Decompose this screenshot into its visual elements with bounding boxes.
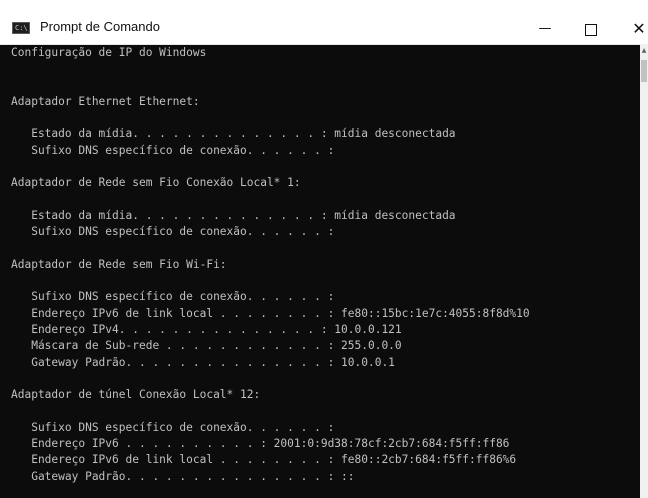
scroll-up-icon[interactable]: ▲ <box>640 44 648 58</box>
console-line: Adaptador de túnel Conexão Local* 12: <box>11 388 261 402</box>
console-line: Endereço IPv6 de link local . . . . . . … <box>11 306 530 320</box>
console-line: Adaptador Ethernet Ethernet: <box>11 94 200 108</box>
console-line: Sufixo DNS específico de conexão. . . . … <box>11 420 335 434</box>
console-line: Configuração de IP do Windows <box>11 46 207 59</box>
console-output[interactable]: Configuração de IP do Windows Adaptador … <box>0 44 640 498</box>
window-title: Prompt de Comando <box>40 19 160 34</box>
command-prompt-window: C:\ Prompt de Comando — ✕ Configuração d… <box>0 0 648 498</box>
console-line: Endereço IPv6 . . . . . . . . . . : 2001… <box>11 437 510 451</box>
close-icon: ✕ <box>632 19 646 38</box>
maximize-button[interactable] <box>568 16 614 42</box>
console-line: Sufixo DNS específico de conexão. . . . … <box>11 143 335 157</box>
console-line: Estado da mídia. . . . . . . . . . . . .… <box>11 127 456 141</box>
console-line: Sufixo DNS específico de conexão. . . . … <box>11 290 335 304</box>
console-line: Gateway Padrão. . . . . . . . . . . . . … <box>11 355 395 369</box>
console-line: Máscara de Sub-rede . . . . . . . . . . … <box>11 339 402 353</box>
console-line: Adaptador de Rede sem Fio Conexão Local*… <box>11 176 301 190</box>
cmd-icon[interactable]: C:\ <box>12 22 30 34</box>
minimize-button[interactable]: — <box>522 16 568 42</box>
console-line: Sufixo DNS específico de conexão. . . . … <box>11 225 335 239</box>
close-button[interactable]: ✕ <box>616 16 648 42</box>
minimize-icon: — <box>538 21 552 36</box>
maximize-icon <box>585 24 597 36</box>
vertical-scrollbar[interactable]: ▲ <box>640 44 648 498</box>
console-line: Adaptador de Rede sem Fio Wi-Fi: <box>11 257 227 271</box>
console-line: Endereço IPv6 de link local . . . . . . … <box>11 453 517 467</box>
console-line: Gateway Padrão. . . . . . . . . . . . . … <box>11 469 355 483</box>
console-line: Estado da mídia. . . . . . . . . . . . .… <box>11 208 456 222</box>
console-line: Endereço IPv4. . . . . . . . . . . . . .… <box>11 323 402 337</box>
scroll-thumb[interactable] <box>641 60 647 82</box>
console-text: Configuração de IP do Windows Adaptador … <box>11 45 530 485</box>
title-bar[interactable]: C:\ Prompt de Comando — ✕ <box>0 0 648 45</box>
